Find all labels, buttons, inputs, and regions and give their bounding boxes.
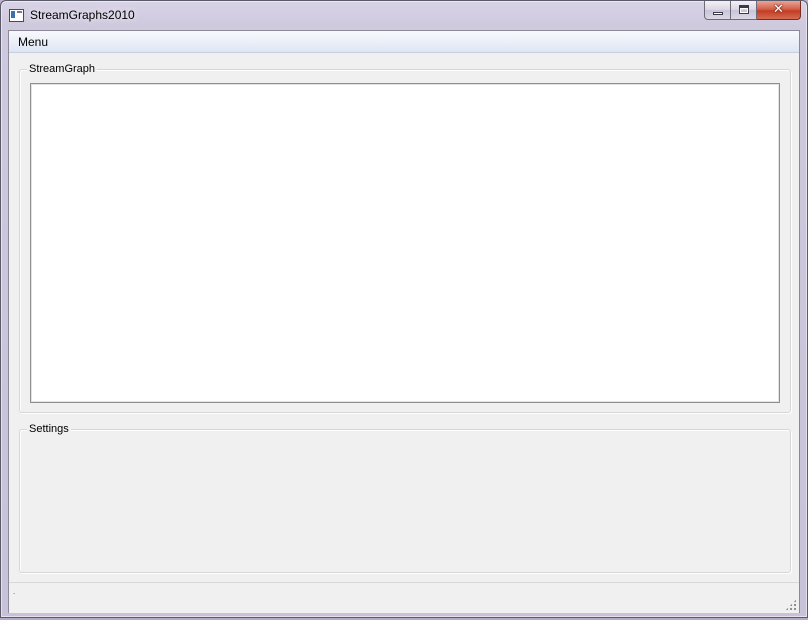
menu-bar: Menu bbox=[9, 31, 799, 53]
close-icon: ✕ bbox=[773, 2, 784, 17]
window-title: StreamGraphs2010 bbox=[30, 8, 135, 22]
streamgraph-group-title: StreamGraph bbox=[27, 63, 98, 76]
minimize-icon bbox=[713, 12, 723, 15]
settings-group-title: Settings bbox=[27, 423, 71, 436]
caption-buttons: ✕ bbox=[704, 1, 801, 21]
app-window-icon[interactable] bbox=[9, 9, 24, 22]
status-bar: . bbox=[9, 582, 799, 613]
menu-item-menu[interactable]: Menu bbox=[18, 35, 48, 49]
settings-group: Settings bbox=[19, 423, 791, 573]
client-area: Menu StreamGraph Settings . bbox=[8, 30, 800, 613]
app-window: StreamGraphs2010 ✕ Menu StreamGraph Sett… bbox=[0, 0, 808, 618]
close-button[interactable]: ✕ bbox=[757, 1, 801, 20]
size-grip-icon[interactable] bbox=[785, 599, 797, 611]
minimize-button[interactable] bbox=[704, 1, 731, 20]
title-bar[interactable]: StreamGraphs2010 ✕ bbox=[1, 1, 807, 31]
status-text: . bbox=[13, 587, 16, 596]
streamgraph-group: StreamGraph bbox=[19, 63, 791, 413]
maximize-button[interactable] bbox=[731, 1, 757, 20]
maximize-icon bbox=[739, 5, 749, 14]
streamgraph-canvas[interactable] bbox=[30, 83, 780, 403]
